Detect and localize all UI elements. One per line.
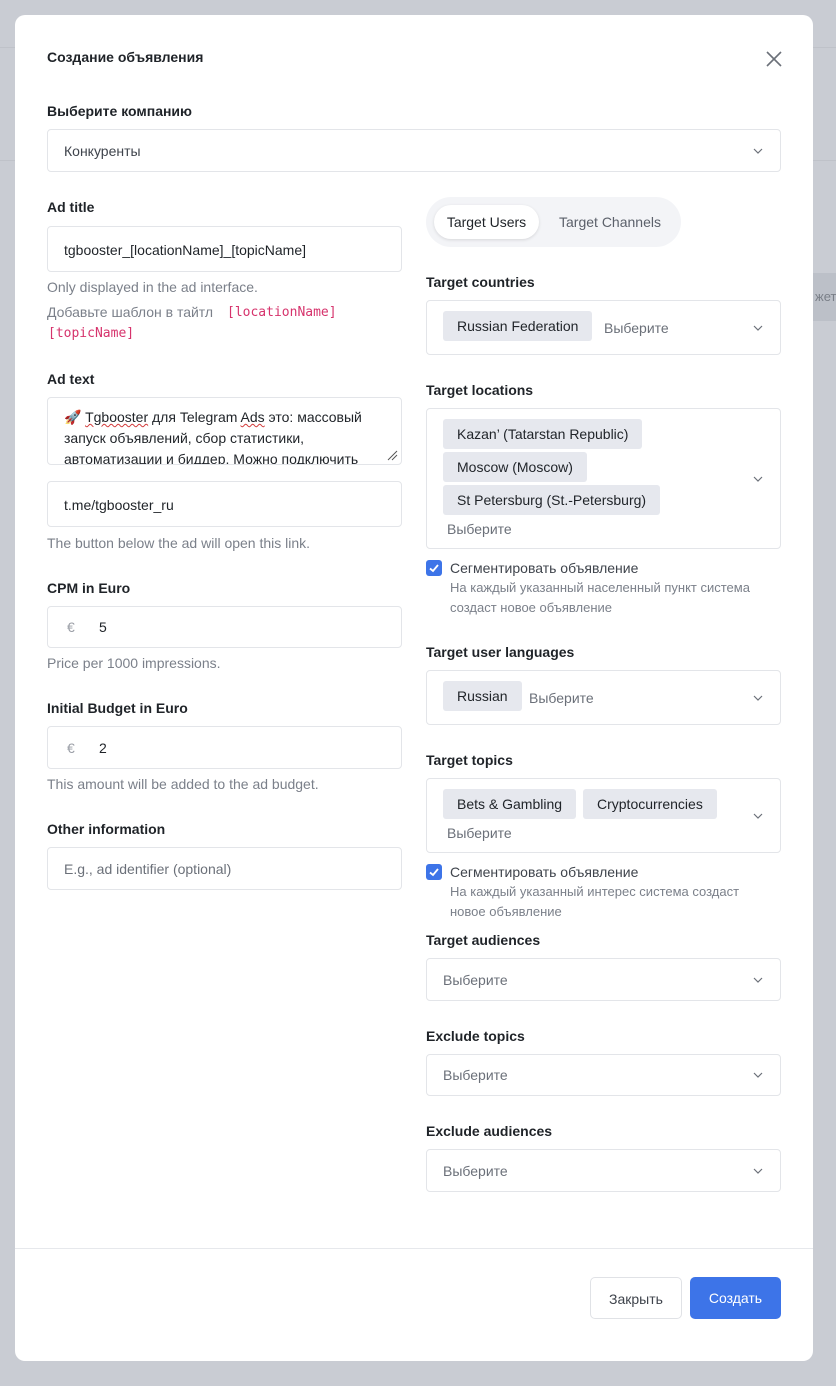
segment-topics-label: Сегментировать объявление	[450, 864, 639, 880]
euro-icon: €	[67, 740, 75, 756]
ad-text-label: Ad text	[47, 371, 95, 387]
location-name-token: [locationName]	[227, 305, 337, 320]
exclude-topics-placeholder: Выберите	[443, 1067, 508, 1083]
exclude-audiences-label: Exclude audiences	[426, 1123, 553, 1139]
other-info-label: Other information	[47, 821, 166, 837]
ad-title-label: Ad title	[47, 199, 95, 215]
budget-hint: This amount will be added to the ad budg…	[47, 776, 319, 792]
target-countries-placeholder: Выберите	[604, 320, 669, 336]
target-tabs: Target Users Target Channels	[426, 197, 681, 247]
ad-text-fragment: для Telegram	[148, 409, 241, 425]
segment-topics-checkbox[interactable]	[426, 864, 442, 880]
target-audiences-label: Target audiences	[426, 932, 541, 948]
exclude-audiences-placeholder: Выберите	[443, 1163, 508, 1179]
ad-title-hint: Only displayed in the ad interface.	[47, 279, 258, 295]
create-ad-modal: Создание объявления Выберите компанию Ко…	[15, 15, 813, 1361]
chevron-down-icon	[753, 1168, 763, 1174]
ad-text-line-2: запуск объявлений, сбор статистики,	[64, 430, 305, 446]
target-topics-placeholder: Выберите	[447, 825, 512, 841]
target-languages-placeholder: Выберите	[529, 690, 594, 706]
euro-icon: €	[67, 619, 75, 635]
company-select[interactable]: Конкуренты	[47, 129, 781, 172]
ad-title-input[interactable]: tgbooster_[locationName]_[topicName]	[47, 226, 402, 272]
target-topics-select[interactable]: Bets & Gambling Cryptocurrencies Выберит…	[426, 778, 781, 853]
segment-locations-checkbox[interactable]	[426, 560, 442, 576]
modal-title: Создание объявления	[47, 49, 204, 65]
target-audiences-placeholder: Выберите	[443, 972, 508, 988]
tab-target-channels[interactable]: Target Channels	[546, 205, 674, 239]
exclude-topics-select[interactable]: Выберите	[426, 1054, 781, 1096]
target-locations-select[interactable]: Kazan’ (Tatarstan Republic) Moscow (Mosc…	[426, 408, 781, 549]
other-info-input[interactable]: E.g., ad identifier (optional)	[47, 847, 402, 890]
chevron-down-icon	[753, 325, 763, 331]
segment-locations-desc: создаст новое объявление	[450, 600, 613, 615]
ad-text-textarea[interactable]: 🚀 Tgbooster для Telegram Ads это: массов…	[47, 397, 402, 465]
ad-text-line-3: автоматизации и биддер. Можно подключить	[64, 451, 359, 465]
exclude-audiences-select[interactable]: Выберите	[426, 1149, 781, 1192]
budget-value: 2	[99, 740, 107, 756]
segment-locations-label: Сегментировать объявление	[450, 560, 639, 576]
company-value: Конкуренты	[64, 143, 141, 159]
topic-chip[interactable]: Cryptocurrencies	[583, 789, 717, 819]
chevron-down-icon	[753, 1072, 763, 1078]
resize-handle-icon[interactable]	[386, 449, 398, 461]
target-locations-placeholder: Выберите	[447, 521, 512, 537]
chevron-down-icon	[753, 476, 763, 482]
cpm-input[interactable]: € 5	[47, 606, 402, 648]
segment-topics-desc: На каждый указанный интерес система созд…	[450, 884, 740, 899]
exclude-topics-label: Exclude topics	[426, 1028, 525, 1044]
footer-divider	[15, 1248, 813, 1249]
cpm-value: 5	[99, 619, 107, 635]
budget-label: Initial Budget in Euro	[47, 700, 188, 716]
other-info-placeholder: E.g., ad identifier (optional)	[64, 861, 232, 877]
rocket-emoji: 🚀	[64, 409, 82, 425]
close-button[interactable]: Закрыть	[590, 1277, 682, 1319]
create-button[interactable]: Создать	[690, 1277, 781, 1319]
tab-target-users[interactable]: Target Users	[434, 205, 539, 239]
close-icon[interactable]	[763, 48, 785, 70]
cpm-label: CPM in Euro	[47, 580, 131, 596]
chevron-down-icon	[753, 977, 763, 983]
location-chip[interactable]: St Petersburg (St.-Petersburg)	[443, 485, 661, 515]
segment-locations-desc: На каждый указанный населенный пункт сис…	[450, 580, 750, 595]
ad-text-word: Tgbooster	[85, 409, 149, 425]
link-hint: The button below the ad will open this l…	[47, 535, 311, 551]
location-chip[interactable]: Moscow (Moscow)	[443, 452, 587, 482]
topic-chip[interactable]: Bets & Gambling	[443, 789, 577, 819]
chevron-down-icon	[753, 813, 763, 819]
company-label: Выберите компанию	[47, 103, 192, 119]
language-chip[interactable]: Russian	[443, 681, 522, 711]
link-value: t.me/tgbooster_ru	[64, 497, 174, 513]
link-input[interactable]: t.me/tgbooster_ru	[47, 481, 402, 527]
ad-text-fragment: это: массовый	[264, 409, 362, 425]
target-countries-select[interactable]: Russian Federation Выберите	[426, 300, 781, 355]
chevron-down-icon	[753, 148, 763, 154]
target-languages-select[interactable]: Russian Выберите	[426, 670, 781, 725]
segment-topics-desc: новое объявление	[450, 904, 562, 919]
target-countries-label: Target countries	[426, 274, 535, 290]
ad-text-line-1: 🚀 Tgbooster для Telegram Ads это: массов…	[64, 407, 362, 428]
ad-text-word: Ads	[240, 409, 265, 425]
target-audiences-select[interactable]: Выберите	[426, 958, 781, 1001]
chevron-down-icon	[753, 695, 763, 701]
cpm-hint: Price per 1000 impressions.	[47, 655, 221, 671]
target-topics-label: Target topics	[426, 752, 513, 768]
ad-title-template-hint: Добавьте шаблон в тайтл	[47, 304, 214, 320]
target-languages-label: Target user languages	[426, 644, 575, 660]
country-chip[interactable]: Russian Federation	[443, 311, 593, 341]
location-chip[interactable]: Kazan’ (Tatarstan Republic)	[443, 419, 643, 449]
budget-input[interactable]: € 2	[47, 726, 402, 769]
ad-title-value: tgbooster_[locationName]_[topicName]	[64, 242, 307, 258]
topic-name-token: [topicName]	[48, 326, 135, 341]
target-locations-label: Target locations	[426, 382, 534, 398]
background-partial-text: жет	[815, 289, 836, 304]
